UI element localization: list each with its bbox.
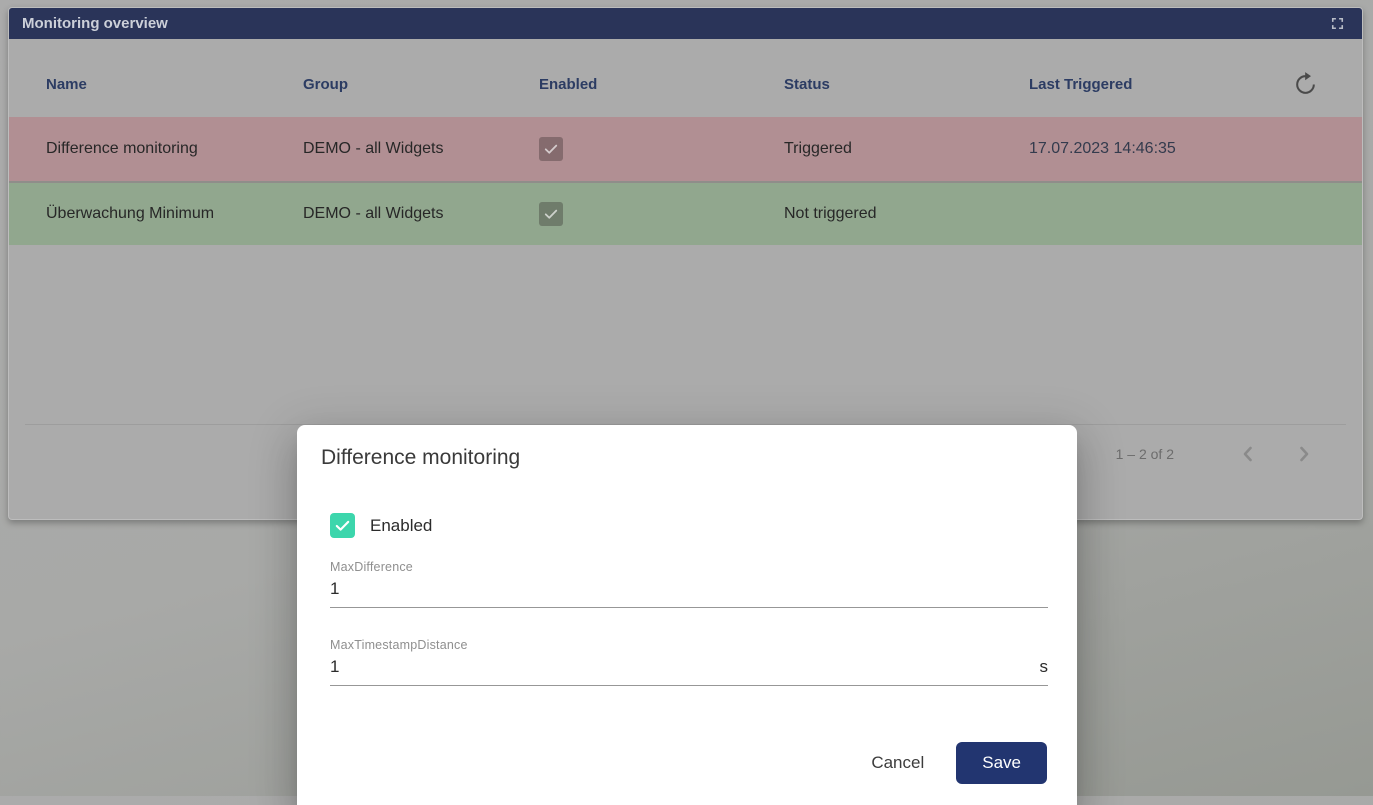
maxdifference-field: MaxDifference — [330, 560, 1048, 608]
checkmark-icon — [542, 140, 560, 158]
paginator-prev-button[interactable] — [1226, 432, 1270, 476]
cell-enabled — [539, 137, 784, 161]
cell-group: DEMO - all Widgets — [303, 140, 539, 158]
cell-status: Triggered — [784, 140, 1029, 158]
column-header-name: Name — [46, 76, 303, 93]
enabled-label: Enabled — [370, 516, 432, 536]
maxtimestampdistance-field: MaxTimestampDistance s — [330, 638, 1048, 686]
dialog-title: Difference monitoring — [321, 445, 1047, 471]
table-header-row: Name Group Enabled Status Last Triggered — [9, 39, 1362, 117]
table-row-difference-monitoring[interactable]: Difference monitoring DEMO - all Widgets… — [9, 117, 1362, 181]
field-underline: s — [330, 653, 1048, 686]
save-button[interactable]: Save — [956, 742, 1047, 784]
cell-last-triggered: 17.07.2023 14:46:35 — [1029, 140, 1259, 158]
fullscreen-button[interactable] — [1326, 13, 1348, 35]
field-underline — [330, 575, 1048, 608]
field-label: MaxDifference — [330, 560, 1048, 575]
field-label: MaxTimestampDistance — [330, 638, 1048, 653]
column-header-group: Group — [303, 76, 539, 93]
cell-group: DEMO - all Widgets — [303, 205, 539, 223]
column-header-status: Status — [784, 76, 1029, 93]
panel-title: Monitoring overview — [22, 15, 1326, 32]
fullscreen-icon — [1328, 14, 1347, 33]
refresh-icon — [1292, 71, 1319, 98]
paginator-range-label: 1 – 2 of 2 — [1116, 446, 1174, 462]
paginator-next-button[interactable] — [1282, 432, 1326, 476]
cancel-button[interactable]: Cancel — [853, 743, 942, 783]
enabled-checkbox-row: Enabled — [330, 513, 1077, 538]
column-header-last-triggered: Last Triggered — [1029, 76, 1259, 93]
cell-enabled — [539, 202, 784, 226]
cell-name: Überwachung Minimum — [46, 205, 303, 223]
enabled-checkbox[interactable] — [330, 513, 355, 538]
difference-monitoring-dialog: Difference monitoring Enabled MaxDiffere… — [297, 425, 1077, 805]
cell-status: Not triggered — [784, 205, 1029, 223]
chevron-right-icon — [1292, 442, 1316, 466]
column-header-enabled: Enabled — [539, 76, 784, 93]
refresh-button[interactable] — [1289, 67, 1323, 101]
table-row-ueberwachung-minimum[interactable]: Überwachung Minimum DEMO - all Widgets N… — [9, 181, 1362, 245]
dialog-actions: Cancel Save — [297, 742, 1047, 784]
maxdifference-input[interactable] — [330, 579, 1048, 599]
monitoring-table: Name Group Enabled Status Last Triggered… — [9, 39, 1362, 245]
enabled-checkbox-disabled — [539, 137, 563, 161]
checkmark-icon — [542, 205, 560, 223]
field-suffix: s — [1040, 657, 1049, 677]
maxtimestampdistance-input[interactable] — [330, 657, 1040, 677]
chevron-left-icon — [1236, 442, 1260, 466]
enabled-checkbox-disabled — [539, 202, 563, 226]
panel-header: Monitoring overview — [9, 8, 1362, 39]
cell-name: Difference monitoring — [46, 140, 303, 158]
check-icon — [333, 516, 352, 535]
